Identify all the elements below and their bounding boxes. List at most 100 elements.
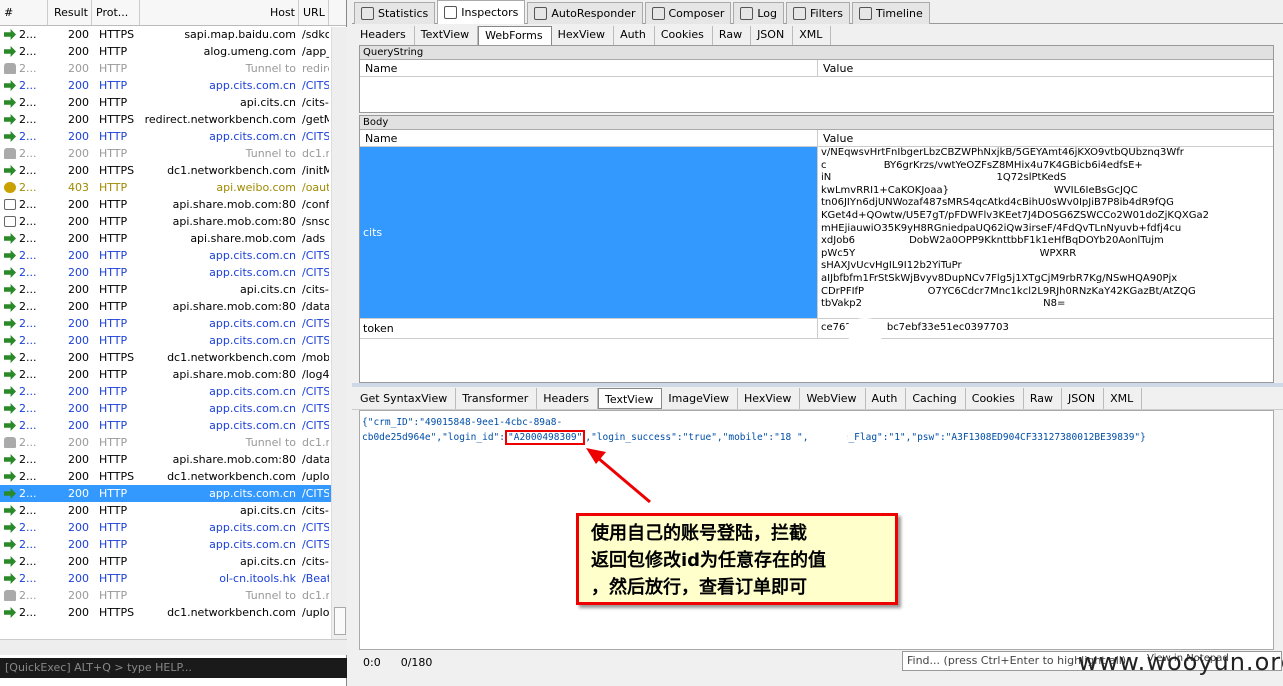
body-row-value[interactable]: ce762fe bc7ebf33e51ec0397703 bbox=[818, 319, 1273, 338]
session-result: 200 bbox=[68, 147, 89, 160]
body-row-cits[interactable]: cits v/NEqwsvHrtFnIbgerLbzCBZWPhNxjkB/5G… bbox=[360, 147, 1273, 319]
session-row[interactable]: 2... 200 HTTP api.share.mob.com:80/data bbox=[0, 298, 346, 315]
session-row[interactable]: 2... 200 HTTP app.cits.com.cn/CITS bbox=[0, 485, 346, 502]
session-row[interactable]: 2... 200 HTTP ol-cn.itools.hk/Beat bbox=[0, 570, 346, 587]
tab-hexview[interactable]: HexView bbox=[552, 26, 615, 46]
session-row[interactable]: 2... 200 HTTP Tunnel to redire bbox=[0, 60, 346, 77]
body-row-value[interactable]: v/NEqwsvHrtFnIbgerLbzCBZWPhNxjkB/5GEYAmt… bbox=[818, 147, 1273, 318]
tab-auth[interactable]: Auth bbox=[614, 26, 655, 46]
session-row[interactable]: 2... 200 HTTP app.cits.com.cn/CITS bbox=[0, 332, 346, 349]
body-row-token[interactable]: token ce762fe bc7ebf33e51ec0397703 bbox=[360, 319, 1273, 339]
tab-cookies[interactable]: Cookies bbox=[655, 26, 713, 46]
session-vertical-scrollbar[interactable] bbox=[331, 27, 347, 639]
tab-xml[interactable]: XML bbox=[793, 26, 832, 46]
session-row[interactable]: 2... 200 HTTP app.cits.com.cn/CITS bbox=[0, 383, 346, 400]
column-header-number[interactable]: # bbox=[0, 0, 48, 25]
tab-imageview[interactable]: ImageView bbox=[662, 388, 738, 409]
session-row[interactable]: 2... 403 HTTP api.weibo.com/oaut bbox=[0, 179, 346, 196]
session-row[interactable]: 2... 200 HTTPS dc1.networkbench.com/mobi bbox=[0, 349, 346, 366]
session-row[interactable]: 2... 200 HTTP api.share.mob.com:80/data bbox=[0, 451, 346, 468]
session-id-text: 2... bbox=[19, 130, 37, 143]
body-name-column[interactable]: Name bbox=[360, 130, 818, 146]
session-row[interactable]: 2... 200 HTTP alog.umeng.com/app_ bbox=[0, 43, 346, 60]
body-value-column[interactable]: Value bbox=[818, 130, 1273, 146]
session-row[interactable]: 2... 200 HTTP api.cits.cn/cits-l bbox=[0, 553, 346, 570]
session-id: 2... bbox=[0, 468, 48, 485]
quickexec-input[interactable]: [QuickExec] ALT+Q > type HELP... bbox=[0, 658, 347, 678]
session-row[interactable]: 2... 200 HTTP api.cits.cn/cits-l bbox=[0, 502, 346, 519]
session-row[interactable]: 2... 200 HTTP Tunnel to dc1.r bbox=[0, 434, 346, 451]
session-row[interactable]: 2... 200 HTTP api.cits.cn/cits-l bbox=[0, 281, 346, 298]
session-row[interactable]: 2... 200 HTTPS dc1.networkbench.com/uplo bbox=[0, 468, 346, 485]
session-result: 200 bbox=[68, 215, 89, 228]
column-header-host[interactable]: Host bbox=[140, 0, 299, 25]
column-header-protocol[interactable]: Prot... bbox=[92, 0, 140, 25]
session-row[interactable]: 2... 200 HTTPS dc1.networkbench.com/initM bbox=[0, 162, 346, 179]
session-row[interactable]: 2... 200 HTTP app.cits.com.cn/CITS bbox=[0, 315, 346, 332]
column-header-result[interactable]: Result bbox=[48, 0, 92, 25]
session-row[interactable]: 2... 200 HTTP app.cits.com.cn/CITS bbox=[0, 519, 346, 536]
session-row[interactable]: 2... 200 HTTP api.cits.cn/cits-l bbox=[0, 94, 346, 111]
tab-filters[interactable]: Filters bbox=[786, 2, 850, 24]
session-row[interactable]: 2... 200 HTTP api.share.mob.com:80/log4 bbox=[0, 366, 346, 383]
session-row[interactable]: 2... 200 HTTP Tunnel to dc1.r bbox=[0, 587, 346, 604]
tab-auth[interactable]: Auth bbox=[866, 388, 907, 409]
session-result: 200 bbox=[68, 300, 89, 313]
scrollbar-thumb[interactable] bbox=[334, 607, 346, 635]
session-row[interactable]: 2... 200 HTTP app.cits.com.cn/CITS bbox=[0, 77, 346, 94]
session-row[interactable]: 2... 200 HTTP api.share.mob.com:80/conf bbox=[0, 196, 346, 213]
tab-textview[interactable]: TextView bbox=[598, 388, 663, 409]
column-header-url[interactable]: URL bbox=[299, 0, 329, 25]
session-row[interactable]: 2... 200 HTTPS sapi.map.baidu.com/sdkc bbox=[0, 26, 346, 43]
session-row[interactable]: 2... 200 HTTP app.cits.com.cn/CITS bbox=[0, 417, 346, 434]
tab-log[interactable]: Log bbox=[733, 2, 785, 24]
tab-timeline[interactable]: Timeline bbox=[852, 2, 930, 24]
session-host: dc1.networkbench.com bbox=[167, 164, 296, 177]
session-row[interactable]: 2... 200 HTTP app.cits.com.cn/CITS bbox=[0, 536, 346, 553]
tab-xml[interactable]: XML bbox=[1104, 388, 1143, 409]
tab-caching[interactable]: Caching bbox=[906, 388, 966, 409]
session-row[interactable]: 2... 200 HTTP app.cits.com.cn/CITS bbox=[0, 400, 346, 417]
session-protocol: HTTP bbox=[99, 232, 128, 245]
tab-transformer[interactable]: Transformer bbox=[456, 388, 538, 409]
session-id: 2... bbox=[0, 400, 48, 417]
tab-hexview[interactable]: HexView bbox=[738, 388, 801, 409]
pencil-icon bbox=[651, 7, 665, 20]
session-host: app.cits.com.cn bbox=[209, 334, 296, 347]
session-row[interactable]: 2... 200 HTTP api.share.mob.com/ads bbox=[0, 230, 346, 247]
tab-json[interactable]: JSON bbox=[751, 26, 794, 46]
session-id: 2... bbox=[0, 230, 48, 247]
tab-raw[interactable]: Raw bbox=[1024, 388, 1062, 409]
tab-autoresponder[interactable]: AutoResponder bbox=[527, 2, 643, 24]
session-protocol: HTTP bbox=[99, 300, 128, 313]
tab-json[interactable]: JSON bbox=[1062, 388, 1105, 409]
tab-composer[interactable]: Composer bbox=[644, 2, 732, 24]
session-horizontal-scrollbar[interactable] bbox=[0, 639, 347, 655]
tab-textview[interactable]: TextView bbox=[415, 26, 479, 46]
session-id-text: 2... bbox=[19, 96, 37, 109]
annotation-note: 使用自己的账号登陆，拦截 返回包修改id为任意存在的值 ，然后放行，查看订单即可 bbox=[576, 513, 898, 605]
panel-splitter[interactable] bbox=[352, 383, 1283, 387]
session-protocol: HTTP bbox=[99, 96, 128, 109]
tab-webview[interactable]: WebView bbox=[800, 388, 866, 409]
tab-cookies[interactable]: Cookies bbox=[966, 388, 1024, 409]
querystring-name-column[interactable]: Name bbox=[360, 60, 818, 76]
tab-headers[interactable]: Headers bbox=[537, 388, 599, 409]
tab-raw[interactable]: Raw bbox=[713, 26, 752, 46]
session-result: 200 bbox=[68, 606, 89, 619]
session-row[interactable]: 2... 200 HTTP app.cits.com.cn/CITS bbox=[0, 247, 346, 264]
querystring-value-column[interactable]: Value bbox=[818, 60, 1273, 76]
session-id: 2... bbox=[0, 570, 48, 587]
session-row[interactable]: 2... 200 HTTP app.cits.com.cn/CITS bbox=[0, 128, 346, 145]
session-row[interactable]: 2... 200 HTTPS redirect.networkbench.com/ge… bbox=[0, 111, 346, 128]
tab-headers[interactable]: Headers bbox=[354, 26, 415, 46]
session-row[interactable]: 2... 200 HTTP app.cits.com.cn/CITS bbox=[0, 264, 346, 281]
session-row[interactable]: 2... 200 HTTP api.share.mob.com:80/snsc bbox=[0, 213, 346, 230]
tab-webforms[interactable]: WebForms bbox=[478, 26, 552, 46]
tab-inspectors[interactable]: Inspectors bbox=[437, 0, 526, 24]
session-row[interactable]: 2... 200 HTTP Tunnel to dc1.r bbox=[0, 145, 346, 162]
tab-statistics[interactable]: Statistics bbox=[354, 2, 436, 24]
tab-get-syntaxview[interactable]: Get SyntaxView bbox=[354, 388, 457, 409]
session-row[interactable]: 2... 200 HTTPS dc1.networkbench.com/uplo bbox=[0, 604, 346, 621]
get-arrow-icon bbox=[4, 301, 16, 312]
